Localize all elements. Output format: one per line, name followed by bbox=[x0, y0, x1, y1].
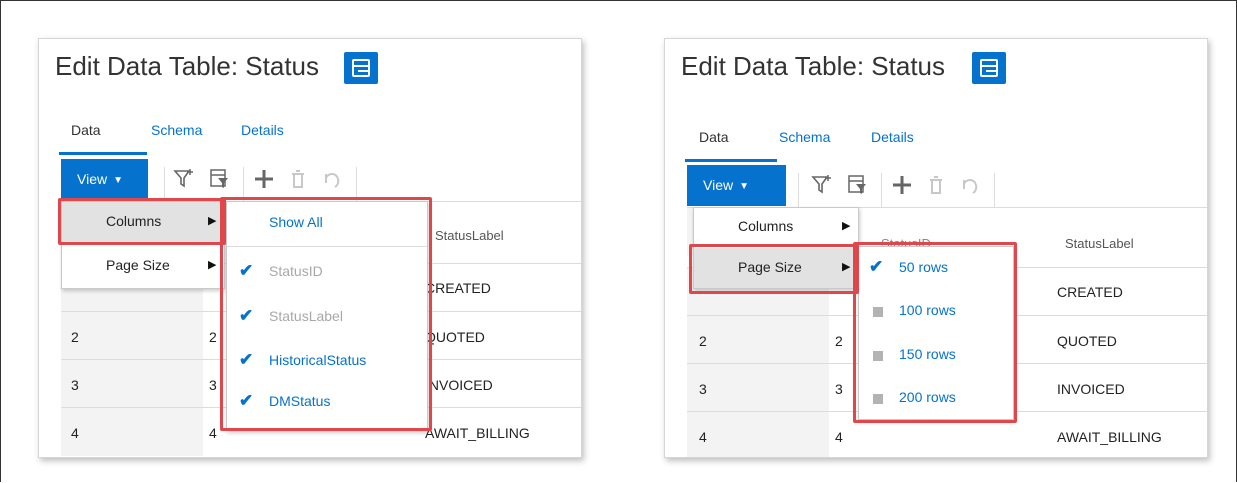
highlight-columns-submenu bbox=[220, 197, 432, 431]
cell-row-index[interactable]: 3 bbox=[71, 377, 79, 393]
active-tab-indicator bbox=[59, 152, 147, 155]
filter-icon[interactable] bbox=[173, 167, 195, 191]
undo-icon[interactable] bbox=[959, 173, 981, 197]
cell-statuslabel[interactable]: AWAIT_BILLING bbox=[425, 425, 530, 441]
cell-statusid[interactable]: 4 bbox=[209, 425, 217, 441]
table-icon bbox=[972, 52, 1006, 84]
cell-row-index[interactable]: 2 bbox=[71, 329, 79, 345]
caret-down-icon: ▼ bbox=[739, 181, 749, 192]
cell-statusid[interactable]: 3 bbox=[835, 381, 843, 397]
cell-row-index[interactable]: 4 bbox=[71, 425, 79, 441]
tab-data[interactable]: Data bbox=[71, 122, 101, 138]
cell-row-index[interactable]: 2 bbox=[699, 333, 707, 349]
edit-data-table-panel-columns: Edit Data Table: Status Data Schema Deta… bbox=[38, 38, 582, 458]
cell-statusid[interactable]: 4 bbox=[835, 429, 843, 445]
cell-statusid[interactable]: 3 bbox=[209, 377, 217, 393]
highlight-columns bbox=[58, 198, 226, 245]
toolbar-divider bbox=[243, 167, 244, 201]
view-button-label: View bbox=[77, 171, 108, 187]
cell-statuslabel[interactable]: QUOTED bbox=[1057, 333, 1117, 349]
view-menu-button[interactable]: View ▼ bbox=[687, 165, 786, 206]
toolbar-divider bbox=[994, 173, 995, 207]
filter-row-icon[interactable] bbox=[209, 167, 231, 191]
cell-statusid[interactable]: 2 bbox=[209, 329, 217, 345]
page-title: Edit Data Table: Status bbox=[55, 51, 320, 81]
cell-statuslabel[interactable]: INVOICED bbox=[425, 377, 493, 393]
column-header-statuslabel[interactable]: StatusLabel bbox=[435, 228, 504, 243]
menu-item-columns[interactable]: Columns ▶ bbox=[694, 208, 858, 246]
cell-row-index[interactable]: 4 bbox=[699, 429, 707, 445]
edit-data-table-panel-page-size: Edit Data Table: Status Data Schema Deta… bbox=[664, 38, 1208, 458]
tab-details[interactable]: Details bbox=[871, 129, 914, 145]
toolbar-divider bbox=[164, 167, 165, 201]
plus-icon[interactable] bbox=[891, 173, 913, 197]
column-header-statuslabel[interactable]: StatusLabel bbox=[1065, 236, 1134, 251]
page-title: Edit Data Table: Status bbox=[681, 51, 946, 81]
filter-row-icon[interactable] bbox=[847, 173, 869, 197]
trash-icon[interactable] bbox=[287, 167, 309, 191]
menu-item-page-size[interactable]: Page Size ▶ bbox=[62, 246, 224, 286]
toolbar-divider bbox=[881, 173, 882, 207]
caret-right-icon: ▶ bbox=[208, 259, 217, 271]
tab-schema[interactable]: Schema bbox=[151, 122, 202, 138]
menu-item-label: Page Size bbox=[106, 257, 170, 273]
highlight-page-size-submenu bbox=[853, 242, 1017, 423]
tab-schema[interactable]: Schema bbox=[779, 129, 830, 145]
cell-statuslabel[interactable]: CREATED bbox=[1057, 284, 1123, 300]
toolbar-divider bbox=[356, 167, 357, 201]
table-icon bbox=[344, 52, 378, 84]
caret-down-icon: ▼ bbox=[113, 175, 123, 186]
cell-statusid[interactable]: 2 bbox=[835, 333, 843, 349]
tab-details[interactable]: Details bbox=[241, 122, 284, 138]
caret-right-icon: ▶ bbox=[842, 220, 851, 232]
active-tab-indicator bbox=[685, 159, 777, 162]
cell-statuslabel[interactable]: QUOTED bbox=[425, 329, 485, 345]
cell-statuslabel[interactable]: CREATED bbox=[425, 280, 491, 296]
view-menu-button[interactable]: View ▼ bbox=[61, 159, 148, 201]
view-button-label: View bbox=[703, 177, 734, 193]
cell-statuslabel[interactable]: AWAIT_BILLING bbox=[1057, 429, 1162, 445]
cell-statuslabel[interactable]: INVOICED bbox=[1057, 381, 1125, 397]
menu-item-label: Columns bbox=[738, 218, 794, 234]
undo-icon[interactable] bbox=[321, 167, 343, 191]
cell-row-index[interactable]: 3 bbox=[699, 381, 707, 397]
toolbar-divider bbox=[798, 173, 799, 207]
tab-data[interactable]: Data bbox=[699, 129, 729, 145]
plus-icon[interactable] bbox=[253, 167, 275, 191]
highlight-page-size bbox=[689, 244, 859, 294]
filter-icon[interactable] bbox=[811, 173, 833, 197]
trash-icon[interactable] bbox=[925, 173, 947, 197]
